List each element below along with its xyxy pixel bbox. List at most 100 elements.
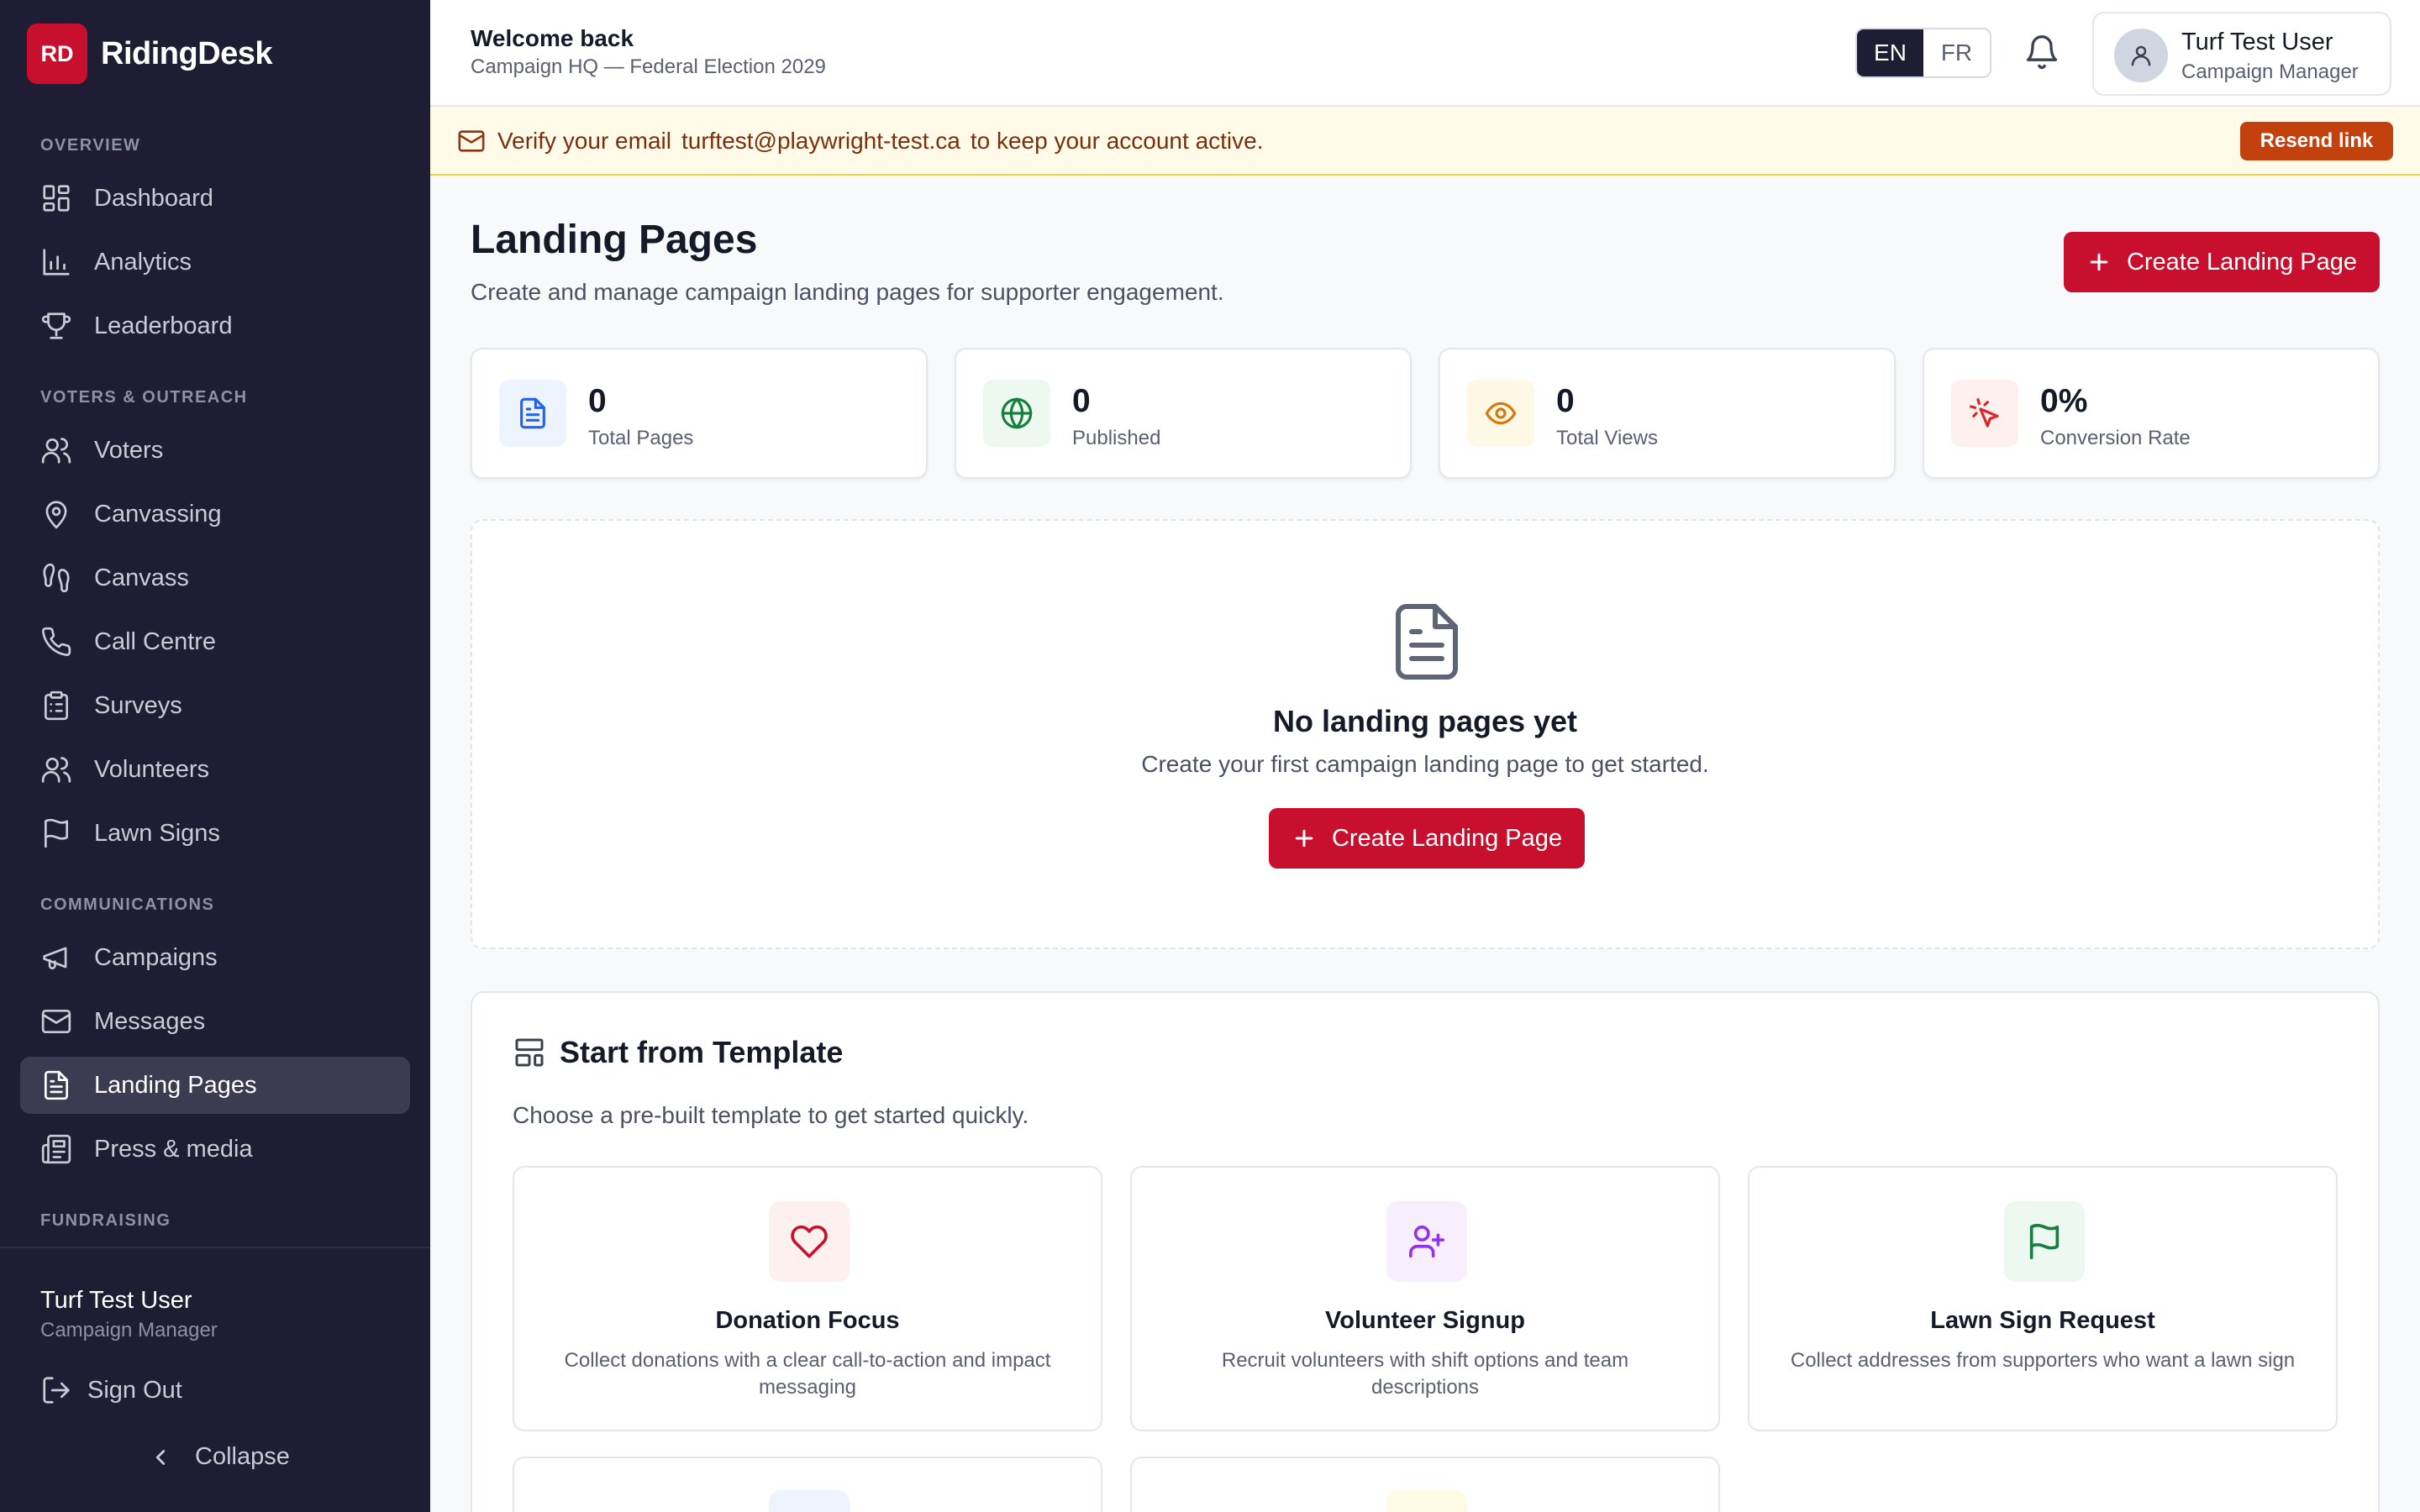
empty-title: No landing pages yet [1272,704,1578,738]
sidebar-item-label: Voters [94,436,164,464]
sidebar-item-canvass[interactable]: Canvass [20,549,410,606]
template-card-partial[interactable] [1130,1457,1720,1512]
stat-value: 0 [1556,383,1575,419]
sidebar-item-leaderboard[interactable]: Leaderboard [20,297,410,354]
template-description: Choose a pre-built template to get start… [513,1102,1029,1128]
banner-suffix: to keep your account active. [970,128,1264,154]
campaign-subtitle: Campaign HQ — Federal Election 2029 [471,55,826,78]
header-user-role: Campaign Manager [2181,60,2359,83]
sidebar-item-label: Volunteers [94,755,210,783]
sidebar-item-lawn-signs[interactable]: Lawn Signs [20,805,410,862]
banner-email: turftest@playwright-test.ca [681,128,960,154]
notifications-button[interactable] [2023,34,2064,74]
empty-description: Create your first campaign landing page … [1141,751,1709,777]
template-icon-box [1386,1201,1467,1282]
sidebar-item-label: Call Centre [94,627,217,655]
mail-icon [41,1009,71,1034]
sidebar-user-role: Campaign Manager [40,1319,218,1341]
mail-icon [457,127,486,155]
user-plus-icon [1409,1225,1444,1258]
template-text: Collect addresses from supporters who wa… [1790,1349,2296,1372]
stat-label: Total Pages [588,427,694,449]
stat-card-conversion-rate: 0% Conversion Rate [1923,348,2380,479]
log-out-icon [43,1377,70,1404]
sidebar-item-campaigns[interactable]: Campaigns [20,929,410,986]
sidebar-item-dashboard[interactable]: Dashboard [20,170,410,227]
sidebar-item-label: Lawn Signs [94,819,220,847]
heart-icon [791,1225,828,1258]
stat-value: 0 [1072,383,1091,419]
file-text-icon [44,1070,69,1100]
language-toggle: EN FR [1855,28,1991,78]
stat-card-total-views: 0 Total Views [1439,348,1896,479]
clipboard-icon [44,690,69,721]
map-pin-icon [45,501,67,529]
stat-icon-box [1951,380,2018,447]
dashboard-icon [43,185,70,212]
users-icon [41,757,71,783]
verify-email-banner: Verify your email turftest@playwright-tes… [430,107,2420,176]
template-panel: Start from Template Choose a pre-built t… [471,991,2380,1512]
template-name: Donation Focus [715,1307,900,1334]
sidebar-item-surveys[interactable]: Surveys [20,677,410,734]
page-description: Create and manage campaign landing pages… [471,279,1224,305]
template-card-volunteer[interactable]: Volunteer Signup Recruit volunteers with… [1130,1166,1720,1431]
stat-icon-box [499,380,566,447]
sidebar-item-volunteers[interactable]: Volunteers [20,741,410,798]
header-user-name: Turf Test User [2181,29,2333,55]
template-name: Lawn Sign Request [1930,1307,2155,1334]
chevron-left-icon [155,1449,166,1465]
lang-en-button[interactable]: EN [1857,29,1923,76]
sidebar-item-label: Analytics [94,248,192,276]
page-title: Landing Pages [471,218,758,262]
plus-icon [2090,253,2108,271]
section-fundraising: FUNDRAISING [40,1211,171,1230]
sidebar-item-voters[interactable]: Voters [20,422,410,479]
template-name: Volunteer Signup [1325,1307,1525,1334]
sign-out-button[interactable]: Sign Out [40,1374,182,1406]
megaphone-icon [43,947,67,969]
collapse-button[interactable]: Collapse [148,1443,290,1471]
stat-card-published: 0 Published [955,348,1412,479]
trophy-icon [41,312,71,339]
sidebar-item-call-centre[interactable]: Call Centre [20,613,410,670]
sidebar-item-landing-pages[interactable]: Landing Pages [20,1057,410,1114]
sidebar-item-label: Canvassing [94,500,222,528]
template-icon-box [2004,1201,2085,1282]
section-overview: OVERVIEW [40,136,141,155]
create-landing-page-button[interactable]: Create Landing Page [2064,232,2380,292]
sidebar-divider [0,1247,430,1248]
top-header: Welcome back Campaign HQ — Federal Elect… [430,0,2420,107]
sidebar-item-messages[interactable]: Messages [20,993,410,1050]
template-card-lawn-sign[interactable]: Lawn Sign Request Collect addresses from… [1748,1166,2338,1431]
phone-icon [41,627,71,657]
newspaper-icon [41,1134,71,1164]
collapse-label: Collapse [195,1443,290,1470]
resend-link-button[interactable]: Resend link [2240,122,2393,160]
empty-create-label: Create Landing Page [1331,824,1563,852]
bar-chart-icon [43,249,70,276]
banner-text: Verify your email turftest@playwright-tes… [497,128,1264,155]
layout-template-icon [515,1038,544,1067]
template-card-partial[interactable] [513,1457,1102,1512]
sidebar-item-canvassing[interactable]: Canvassing [20,486,410,543]
eye-icon [1485,402,1517,425]
sidebar-item-label: Messages [94,1007,206,1035]
sidebar-item-label: Campaigns [94,943,218,971]
sidebar-item-press-media[interactable]: Press & media [20,1121,410,1178]
sidebar-item-analytics[interactable]: Analytics [20,234,410,291]
lang-fr-button[interactable]: FR [1923,29,1990,76]
stat-label: Published [1072,427,1161,449]
welcome-title: Welcome back [471,25,634,51]
empty-create-landing-page-button[interactable]: Create Landing Page [1269,808,1585,869]
user-menu[interactable]: Turf Test User Campaign Manager [2092,12,2391,96]
stat-card-total-pages: 0 Total Pages [471,348,928,479]
template-heading: Start from Template [513,1035,843,1070]
stat-label: Total Views [1556,427,1658,449]
sidebar-user-name: Turf Test User [40,1287,192,1314]
template-card-donation[interactable]: Donation Focus Collect donations with a … [513,1166,1102,1431]
stat-icon-box [1467,380,1534,447]
sign-out-label: Sign Out [87,1376,182,1404]
brand[interactable]: RD RidingDesk [27,24,273,84]
template-text: Recruit volunteers with shift options an… [1221,1349,1629,1399]
